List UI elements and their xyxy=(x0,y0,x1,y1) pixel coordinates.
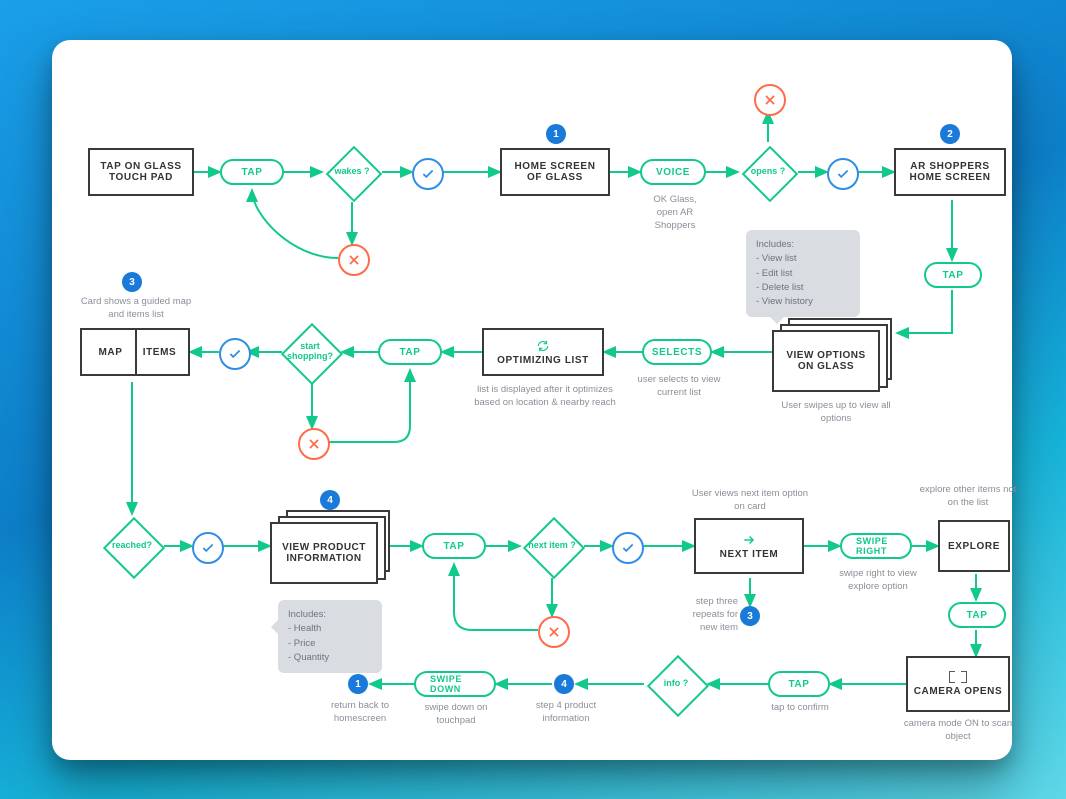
flow-stage: TAP ON GLASS TOUCH PAD TAP wakes ? 1 HOM… xyxy=(52,40,1012,760)
result-yes-wakes xyxy=(412,158,444,190)
action-tap-explore: TAP xyxy=(948,602,1006,628)
decision-info: info ? xyxy=(644,652,708,716)
decision-reached: reached? xyxy=(100,514,164,578)
caption-return: return back to homescreen xyxy=(320,700,400,726)
caption-tap-confirm: tap to confirm xyxy=(760,702,840,715)
result-yes-start xyxy=(219,338,251,370)
node-view-product: VIEW PRODUCT INFORMATION xyxy=(270,510,394,586)
decision-wakes: wakes ? xyxy=(324,144,380,200)
refresh-icon xyxy=(536,339,550,355)
caption-next-top: User views next item option on card xyxy=(688,488,812,514)
node-optimizing: OPTIMIZING LIST xyxy=(482,328,604,376)
decision-start: start shopping? xyxy=(278,320,342,384)
node-explore: EXPLORE xyxy=(938,520,1010,572)
badge-4-bottom: 4 xyxy=(554,674,574,694)
x-icon xyxy=(347,253,361,267)
badge-1-bottom: 1 xyxy=(348,674,368,694)
caption-step4: step 4 product information xyxy=(526,700,606,726)
caption-selects: user selects to view current list xyxy=(636,374,722,400)
caption-camera: camera mode ON to scan object xyxy=(900,718,1016,744)
action-selects: SELECTS xyxy=(642,339,712,365)
caption-step3: step three repeats for new item xyxy=(686,596,738,634)
node-view-options: VIEW OPTIONS ON GLASS xyxy=(772,318,896,390)
action-swipe-right: SWIPE RIGHT xyxy=(840,533,912,559)
arrow-right-icon xyxy=(742,533,756,549)
caption-swipe-up: User swipes up to view all options xyxy=(776,400,896,426)
result-yes-reached xyxy=(192,532,224,564)
action-tap-camera: TAP xyxy=(768,671,830,697)
action-tap-ar: TAP xyxy=(924,262,982,288)
decision-opens: opens ? xyxy=(740,144,796,200)
result-no-opens xyxy=(754,84,786,116)
action-swipe-down: SWIPE DOWN xyxy=(414,671,496,697)
action-tap-3: TAP xyxy=(422,533,486,559)
result-no-next xyxy=(538,616,570,648)
x-icon xyxy=(763,93,777,107)
diagram-card: TAP ON GLASS TOUCH PAD TAP wakes ? 1 HOM… xyxy=(52,40,1012,760)
decision-next: next item ? xyxy=(520,514,584,578)
badge-3: 3 xyxy=(122,272,142,292)
check-icon xyxy=(421,167,435,181)
node-tap-touchpad: TAP ON GLASS TOUCH PAD xyxy=(88,148,194,196)
node-camera: CAMERA OPENS xyxy=(906,656,1010,712)
viewfinder-icon xyxy=(949,671,967,683)
badge-1-top: 1 xyxy=(546,124,566,144)
check-icon xyxy=(621,541,635,555)
result-no-start xyxy=(298,428,330,460)
tooltip-includes-options: Includes: - View list - Edit list - Dele… xyxy=(746,230,860,317)
x-icon xyxy=(307,437,321,451)
badge-2: 2 xyxy=(940,124,960,144)
check-icon xyxy=(228,347,242,361)
caption-voice: OK Glass, open AR Shoppers xyxy=(640,194,710,232)
caption-swipe-right: swipe right to view explore option xyxy=(832,568,924,594)
action-voice: VOICE xyxy=(640,159,706,185)
node-home-glass: HOME SCREEN OF GLASS xyxy=(500,148,610,196)
result-no-wakes xyxy=(338,244,370,276)
caption-map: Card shows a guided map and items list xyxy=(76,296,196,322)
caption-optimizing: list is displayed after it optimizes bas… xyxy=(472,384,618,410)
action-tap-1: TAP xyxy=(220,159,284,185)
node-next-item: NEXT ITEM xyxy=(694,518,804,574)
check-icon xyxy=(836,167,850,181)
action-tap-2: TAP xyxy=(378,339,442,365)
tooltip-includes-product: Includes: - Health - Price - Quantity xyxy=(278,600,382,673)
label-items: ITEMS xyxy=(135,347,184,358)
badge-3-repeat: 3 xyxy=(740,606,760,626)
node-map-items: MAP ITEMS xyxy=(80,328,190,376)
x-icon xyxy=(547,625,561,639)
caption-swipe-down: swipe down on touchpad xyxy=(412,702,500,728)
result-yes-opens xyxy=(827,158,859,190)
badge-4-top: 4 xyxy=(320,490,340,510)
result-yes-next xyxy=(612,532,644,564)
label-map: MAP xyxy=(86,347,135,358)
node-ar-home: AR SHOPPERS HOME SCREEN xyxy=(894,148,1006,196)
caption-explore-top: explore other items not on the list xyxy=(918,484,1018,510)
check-icon xyxy=(201,541,215,555)
